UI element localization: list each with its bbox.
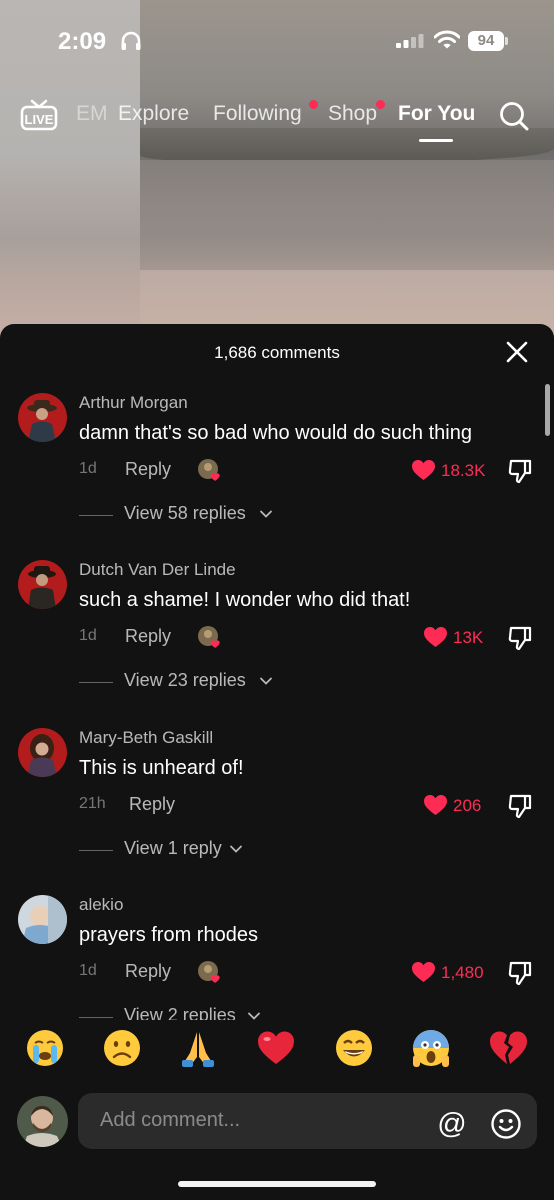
dislike-icon[interactable] [508, 793, 532, 819]
emoji-picker-icon[interactable] [490, 1108, 522, 1140]
comment-item: alekio prayers from rhodes 1d Reply 1,48… [0, 886, 554, 1020]
like-count: 18.3K [441, 461, 486, 480]
reply-button[interactable]: Reply [125, 459, 171, 480]
like-count: 13K [453, 628, 484, 647]
comments-count: 1,686 comments [214, 343, 340, 362]
screaming-face-emoji[interactable] [410, 1027, 452, 1069]
comment-item: Dutch Van Der Linde such a shame! I wond… [0, 551, 554, 719]
comment-username[interactable]: Arthur Morgan [79, 393, 188, 413]
heart-icon [424, 627, 447, 647]
comment-time: 21h [79, 795, 106, 812]
creator-liked-icon [198, 459, 220, 481]
comment-item: Arthur Morgan damn that's so bad who wou… [0, 384, 554, 552]
comment-item: Mary-Beth Gaskill This is unheard of! 21… [0, 719, 554, 887]
chevron-down-icon [230, 845, 242, 853]
comment-username[interactable]: alekio [79, 895, 123, 915]
comment-text: damn that's so bad who would do such thi… [79, 422, 472, 444]
comment-time: 1d [79, 627, 97, 644]
avatar[interactable] [18, 728, 67, 777]
tab-em[interactable]: EM [76, 102, 108, 126]
creator-liked-icon [198, 626, 220, 648]
avatar[interactable] [18, 393, 67, 442]
status-time: 2:09 [58, 28, 107, 55]
avatar[interactable] [18, 560, 67, 609]
mention-symbol: @ [437, 1108, 466, 1140]
close-icon[interactable] [506, 341, 528, 363]
search-icon[interactable] [498, 100, 530, 132]
top-navigation: LIVE EM Explore Following Shop For You [0, 92, 554, 152]
like-count: 1,480 [441, 963, 484, 982]
grinning-face-emoji[interactable] [333, 1027, 375, 1069]
reply-button[interactable]: Reply [129, 794, 175, 815]
comment-input[interactable]: Add comment... [78, 1093, 537, 1149]
dislike-icon[interactable] [508, 458, 532, 484]
live-tv-icon[interactable]: LIVE [20, 97, 58, 131]
red-heart-emoji[interactable] [255, 1027, 297, 1069]
comment-text: such a shame! I wonder who did that! [79, 589, 411, 611]
status-bar: 2:09 94 [0, 0, 554, 80]
broken-heart-emoji[interactable] [487, 1027, 529, 1069]
comment-time: 1d [79, 962, 97, 979]
replies-divider [79, 682, 113, 683]
tab-following[interactable]: Following [213, 102, 302, 126]
chevron-down-icon [260, 677, 272, 685]
tab-explore[interactable]: Explore [118, 102, 189, 126]
dislike-icon[interactable] [508, 960, 532, 986]
heart-icon [424, 795, 447, 815]
following-notification-dot [309, 100, 318, 109]
avatar[interactable] [18, 895, 67, 944]
comment-input-placeholder: Add comment... [100, 1109, 241, 1131]
shop-notification-dot [376, 100, 385, 109]
reply-button[interactable]: Reply [125, 961, 171, 982]
reply-button[interactable]: Reply [125, 626, 171, 647]
crying-face-emoji[interactable] [24, 1027, 66, 1069]
view-replies-label: View 1 reply [124, 838, 222, 858]
battery-tip [505, 37, 508, 45]
like-count: 206 [453, 796, 482, 815]
comment-time: 1d [79, 460, 97, 477]
view-replies-label: View 58 replies [124, 503, 246, 523]
comments-list[interactable]: Arthur Morgan damn that's so bad who wou… [0, 384, 554, 1020]
chevron-down-icon [260, 510, 272, 518]
home-indicator[interactable] [178, 1181, 376, 1187]
replies-divider [79, 1017, 113, 1018]
comment-text: This is unheard of! [79, 757, 244, 779]
folded-hands-emoji[interactable] [177, 1027, 219, 1069]
emoji-quick-bar [0, 1027, 554, 1081]
view-replies-label: View 2 replies [124, 1005, 236, 1020]
view-replies-label: View 23 replies [124, 670, 246, 690]
headphones-icon [121, 31, 141, 50]
comment-username[interactable]: Dutch Van Der Linde [79, 560, 236, 580]
cellular-signal-icon [396, 34, 424, 48]
my-avatar[interactable] [17, 1096, 68, 1147]
dislike-icon[interactable] [508, 625, 532, 651]
replies-divider [79, 515, 113, 516]
battery-indicator: 94 [468, 31, 504, 51]
live-label: LIVE [25, 112, 54, 127]
active-tab-indicator [419, 139, 453, 142]
mention-icon[interactable]: @ [436, 1108, 468, 1140]
heart-icon [412, 460, 435, 480]
frowning-face-emoji[interactable] [101, 1027, 143, 1069]
replies-divider [79, 850, 113, 851]
comment-text: prayers from rhodes [79, 924, 258, 946]
wifi-icon [434, 30, 460, 49]
comment-username[interactable]: Mary-Beth Gaskill [79, 728, 213, 748]
creator-liked-icon [198, 961, 220, 983]
tab-shop[interactable]: Shop [328, 102, 377, 126]
chevron-down-icon [248, 1012, 260, 1020]
heart-icon [412, 962, 435, 982]
tab-for-you[interactable]: For You [398, 102, 475, 126]
